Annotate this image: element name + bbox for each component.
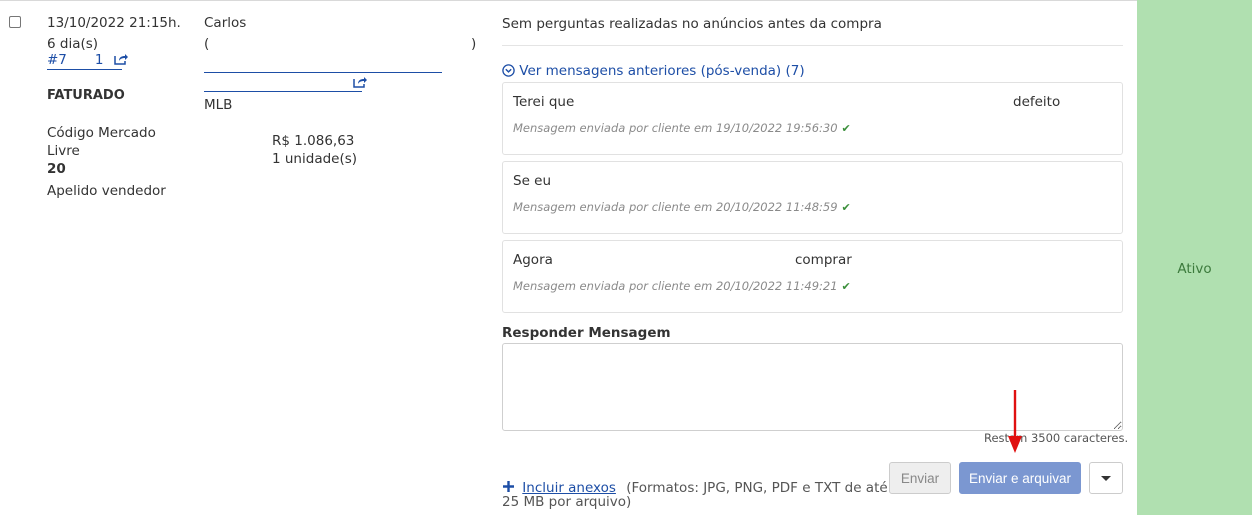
message-card: Se eu Mensagem enviada por cliente em 20… (502, 161, 1123, 234)
order-number-suffix: 1 (94, 52, 104, 68)
remaining-characters: Restam 3500 caracteres. (984, 431, 1129, 445)
message-meta-text: Mensagem enviada por cliente em 19/10/20… (513, 121, 838, 135)
seller-nickname-label: Apelido vendedor (47, 183, 166, 199)
no-questions-text: Sem perguntas realizadas no anúncios ant… (502, 16, 882, 32)
listing-id[interactable]: MLB (204, 96, 232, 114)
previous-messages-label: Ver mensagens anteriores (pós-venda) (7) (519, 63, 805, 79)
listing-link-underline[interactable] (204, 91, 362, 92)
order-date: 13/10/2022 21:15h. (47, 15, 181, 31)
chevron-down-circle-icon (502, 64, 515, 77)
caret-down-icon (1101, 475, 1111, 481)
double-check-icon: ✔ (841, 280, 851, 293)
plus-icon[interactable] (502, 480, 515, 493)
message-text: Agora (513, 252, 553, 268)
send-button[interactable]: Enviar (889, 462, 951, 494)
buyer-link-underline[interactable] (204, 72, 442, 73)
reply-heading: Responder Mensagem (502, 325, 671, 341)
item-quantity: 1 unidade(s) (272, 151, 358, 167)
message-text-end: comprar (795, 252, 852, 268)
buyer-name: Carlos (204, 15, 247, 31)
reply-textarea[interactable] (502, 343, 1123, 431)
item-price: R$ 1.086,63 (272, 133, 355, 149)
row-select-checkbox[interactable] (9, 16, 21, 28)
messages-divider (502, 45, 1123, 46)
order-number-prefix: #7 (47, 52, 67, 68)
message-card: Agora comprar Mensagem enviada por clien… (502, 240, 1123, 313)
order-number-underline (47, 69, 122, 70)
message-meta-text: Mensagem enviada por cliente em 20/10/20… (513, 279, 838, 293)
annotation-arrow-icon (1008, 390, 1022, 453)
status-label: Ativo (1177, 260, 1212, 277)
attach-formats-text: (Formatos: JPG, PNG, PDF e TXT de até (626, 480, 888, 496)
previous-messages-toggle[interactable]: Ver mensagens anteriores (pós-venda) (7) (502, 62, 805, 80)
message-text: Se eu (513, 173, 552, 189)
message-text-end: defeito (1013, 94, 1061, 110)
message-text: Terei que (513, 94, 575, 110)
message-meta-text: Mensagem enviada por cliente em 20/10/20… (513, 200, 838, 214)
external-link-icon[interactable] (353, 76, 367, 88)
buyer-paren-open: ( (204, 36, 210, 52)
buyer-paren-close: ) (471, 36, 477, 52)
order-number-link[interactable]: #7 1 (47, 51, 104, 69)
top-divider (0, 0, 1137, 1)
double-check-icon: ✔ (841, 201, 851, 214)
attach-size-text: 25 MB por arquivo) (502, 494, 632, 510)
message-card: Terei que defeito Mensagem enviada por c… (502, 82, 1123, 155)
external-link-icon[interactable] (114, 53, 128, 65)
send-and-archive-button[interactable]: Enviar e arquivar (959, 462, 1081, 494)
message-meta: Mensagem enviada por cliente em 19/10/20… (513, 120, 851, 137)
more-options-dropdown-button[interactable] (1089, 462, 1123, 494)
ml-code-value: 20 (47, 161, 66, 177)
status-column: Ativo (1137, 0, 1252, 515)
order-status: FATURADO (47, 88, 125, 103)
message-meta: Mensagem enviada por cliente em 20/10/20… (513, 199, 851, 216)
ml-code-label: Código Mercado Livre (47, 125, 156, 159)
message-meta: Mensagem enviada por cliente em 20/10/20… (513, 278, 851, 295)
double-check-icon: ✔ (841, 122, 851, 135)
